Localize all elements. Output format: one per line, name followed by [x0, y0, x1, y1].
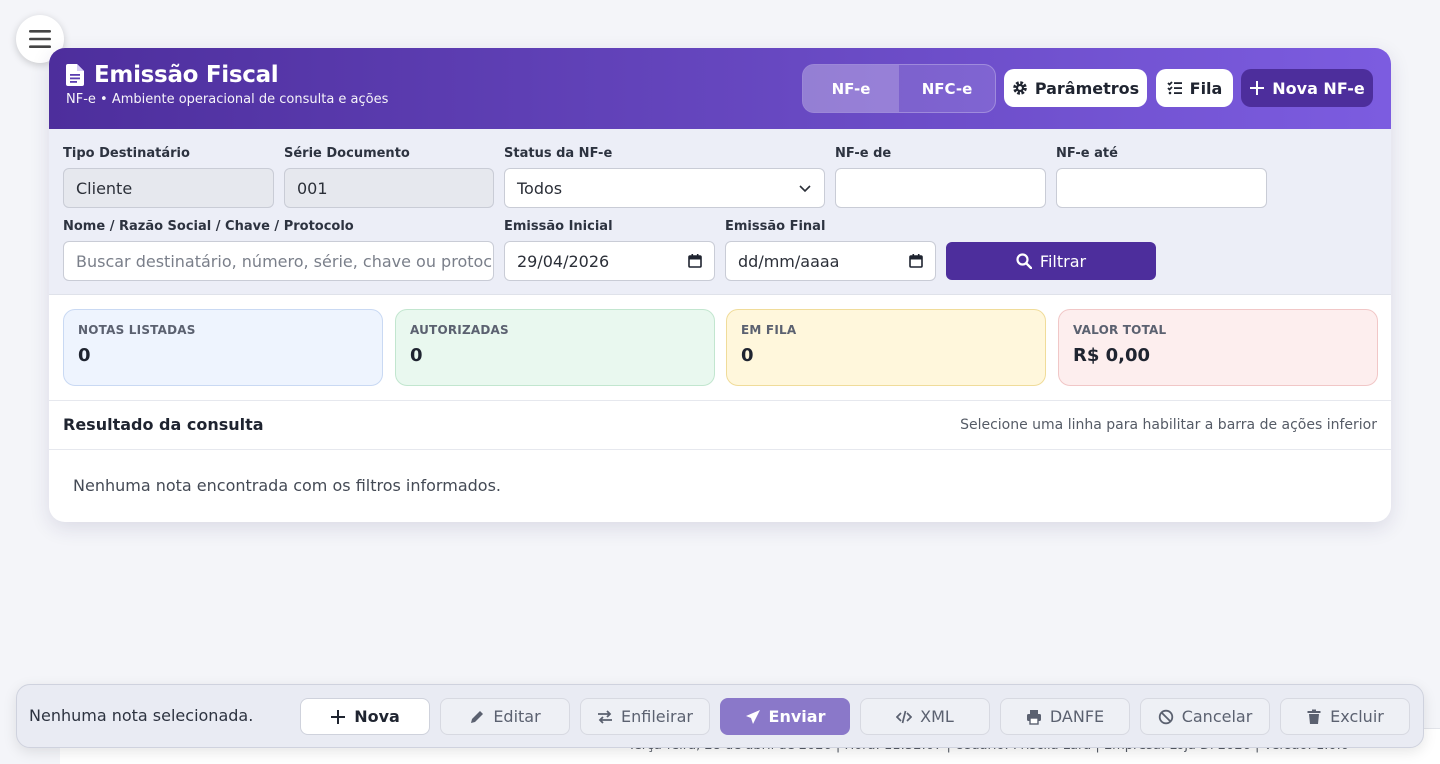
- stat-value: 0: [410, 345, 423, 366]
- calendar-icon: [909, 254, 923, 268]
- hamburger-icon: [29, 30, 51, 48]
- recipient-type-label: Tipo Destinatário: [63, 146, 190, 161]
- new-nfe-button[interactable]: Nova NF-e: [1241, 69, 1373, 107]
- stat-value: 0: [78, 345, 91, 366]
- ban-icon: [1158, 709, 1173, 724]
- stat-value: 0: [741, 345, 754, 366]
- page-title: Emissão Fiscal: [94, 62, 279, 88]
- document-icon: [66, 64, 84, 86]
- fiscal-emission-card: Emissão Fiscal NF-e • Ambiente operacion…: [49, 48, 1391, 522]
- tab-nfce[interactable]: NFC-e: [899, 65, 995, 112]
- queue-label: Fila: [1189, 78, 1223, 98]
- stat-label: EM FILA: [741, 323, 797, 337]
- new-button[interactable]: Nova: [300, 698, 430, 735]
- start-date-input[interactable]: 29/04/2026: [504, 241, 715, 281]
- enqueue-button[interactable]: Enfileirar: [580, 698, 710, 735]
- selection-message: Nenhuma nota selecionada.: [29, 706, 254, 725]
- stat-label: NOTAS LISTADAS: [78, 323, 196, 337]
- swap-icon: [597, 709, 612, 724]
- danfe-button-label: DANFE: [1049, 707, 1105, 726]
- page-subtitle: NF-e • Ambiente operacional de consulta …: [66, 92, 389, 107]
- stat-label: AUTORIZADAS: [410, 323, 509, 337]
- pencil-icon: [471, 710, 484, 723]
- stat-label: VALOR TOTAL: [1073, 323, 1167, 337]
- empty-results-message: Nenhuma nota encontrada com os filtros i…: [73, 476, 501, 495]
- parameters-button[interactable]: Parâmetros: [1004, 69, 1147, 107]
- stat-card-authorized: AUTORIZADAS 0: [395, 309, 715, 386]
- page-header: Emissão Fiscal NF-e • Ambiente operacion…: [49, 48, 1391, 129]
- xml-button[interactable]: XML: [860, 698, 990, 735]
- send-icon: [745, 709, 760, 724]
- chevron-down-icon: [799, 185, 811, 193]
- end-date-value: dd/mm/aaaa: [738, 251, 840, 271]
- divider: [49, 400, 1391, 401]
- delete-button[interactable]: Excluir: [1280, 698, 1410, 735]
- edit-button[interactable]: Editar: [440, 698, 570, 735]
- stat-value: R$ 0,00: [1073, 345, 1151, 366]
- code-icon: [896, 710, 913, 723]
- search-label: Nome / Razão Social / Chave / Protocolo: [63, 219, 354, 234]
- filters-panel: Tipo Destinatário Cliente Série Document…: [49, 129, 1391, 295]
- filter-button-label: Filtrar: [1039, 251, 1087, 271]
- print-icon: [1026, 709, 1041, 725]
- nfe-to-input[interactable]: [1056, 168, 1267, 208]
- plus-icon: [331, 709, 346, 724]
- nfe-from-label: NF-e de: [835, 146, 892, 161]
- stat-card-total-value: VALOR TOTAL R$ 0,00: [1058, 309, 1378, 386]
- start-date-label: Emissão Inicial: [504, 219, 613, 234]
- status-select[interactable]: Todos: [504, 168, 825, 208]
- start-date-value: 29/04/2026: [517, 251, 610, 271]
- tab-nfe[interactable]: NF-e: [803, 65, 899, 112]
- end-date-input[interactable]: dd/mm/aaaa: [725, 241, 936, 281]
- divider: [49, 449, 1391, 450]
- series-field: 001: [284, 168, 494, 208]
- gear-icon: [1013, 81, 1027, 95]
- document-type-switch: NF-e NFC-e: [802, 64, 996, 113]
- trash-icon: [1307, 709, 1321, 724]
- stat-card-listed: NOTAS LISTADAS 0: [63, 309, 383, 386]
- search-icon: [1016, 253, 1032, 269]
- plus-icon: [1250, 81, 1265, 95]
- calendar-icon: [688, 254, 702, 268]
- bottom-action-bar: Nenhuma nota selecionada. Nova Editar En…: [16, 684, 1424, 748]
- queue-button[interactable]: Fila: [1156, 69, 1233, 107]
- enqueue-button-label: Enfileirar: [620, 707, 694, 726]
- send-button-label: Enviar: [768, 707, 826, 726]
- new-button-label: Nova: [354, 707, 400, 726]
- parameters-label: Parâmetros: [1034, 78, 1140, 98]
- result-title: Resultado da consulta: [63, 415, 264, 434]
- edit-button-label: Editar: [493, 707, 541, 726]
- stat-card-queued: EM FILA 0: [726, 309, 1046, 386]
- search-input[interactable]: Buscar destinatário, número, série, chav…: [63, 241, 494, 281]
- cancel-button[interactable]: Cancelar: [1140, 698, 1270, 735]
- status-select-value: Todos: [517, 178, 563, 198]
- send-button[interactable]: Enviar: [720, 698, 850, 735]
- result-hint: Selecione uma linha para habilitar a bar…: [960, 417, 1377, 433]
- xml-button-label: XML: [920, 707, 954, 726]
- filter-button[interactable]: Filtrar: [946, 242, 1156, 280]
- recipient-type-field: Cliente: [63, 168, 274, 208]
- danfe-button[interactable]: DANFE: [1000, 698, 1130, 735]
- cancel-button-label: Cancelar: [1181, 707, 1253, 726]
- series-label: Série Documento: [284, 146, 410, 161]
- stats-row: NOTAS LISTADAS 0 AUTORIZADAS 0 EM FILA 0…: [63, 309, 1378, 386]
- new-nfe-label: Nova NF-e: [1272, 78, 1365, 98]
- list-check-icon: [1167, 81, 1182, 95]
- status-label: Status da NF-e: [504, 146, 613, 161]
- delete-button-label: Excluir: [1330, 707, 1384, 726]
- nfe-from-input[interactable]: [835, 168, 1046, 208]
- nfe-to-label: NF-e até: [1056, 146, 1118, 161]
- end-date-label: Emissão Final: [725, 219, 826, 234]
